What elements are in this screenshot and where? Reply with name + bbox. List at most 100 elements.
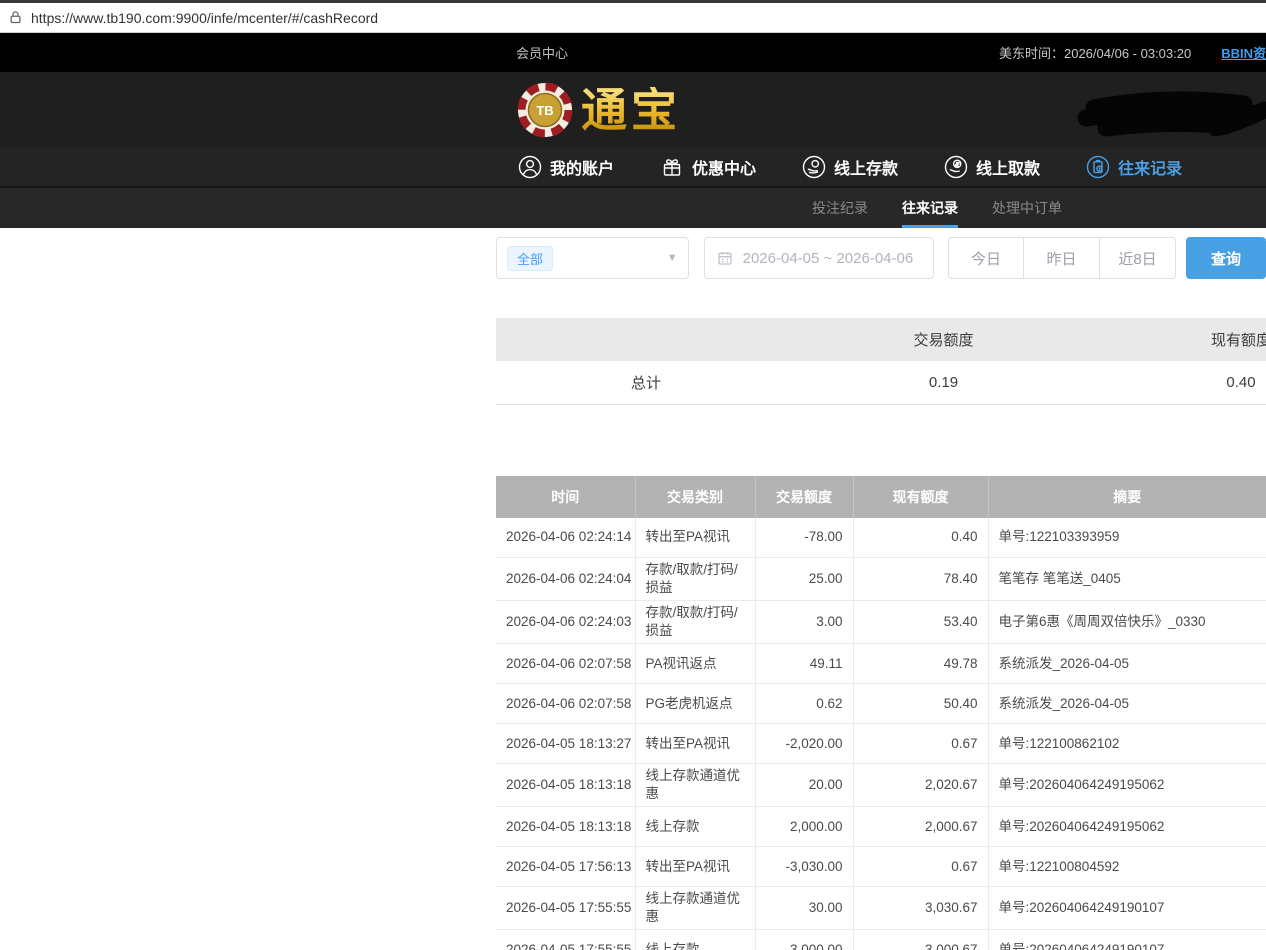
cell-amount: 49.11 [755, 644, 853, 684]
active-tab-underline [902, 225, 958, 228]
cell-type: 线上存款 [635, 930, 755, 950]
cell-memo: 笔笔存 笔笔送_0405 [988, 558, 1266, 601]
cell-memo: 系统派发_2026-04-05 [988, 644, 1266, 684]
cell-type: 线上存款 [635, 807, 755, 847]
cell-balance: 0.67 [853, 724, 988, 764]
url-text[interactable]: https://www.tb190.com:9900/infe/mcenter/… [31, 10, 378, 26]
lock-icon [8, 10, 23, 25]
cell-balance: 0.40 [853, 518, 988, 558]
cell-time: 2026-04-05 18:13:18 [496, 764, 635, 807]
cell-memo: 单号:202604064249195062 [988, 807, 1266, 847]
nav-item-withdraw[interactable]: 线上取款 [944, 155, 1040, 179]
nav-item-my-account[interactable]: 我的账户 [518, 155, 614, 179]
filter-row: 全部 ▼ 2026-04-05 ~ 2026-04-06 今日 昨日 近8日 查… [496, 237, 1266, 279]
logo-bar: TB 通宝 [0, 72, 1266, 148]
cell-type: 转出至PA视讯 [635, 518, 755, 558]
table-row: 2026-04-05 18:13:27 转出至PA视讯 -2,020.00 0.… [496, 724, 1266, 764]
cell-time: 2026-04-05 17:56:13 [496, 847, 635, 887]
cell-amount: 25.00 [755, 558, 853, 601]
table-row: 2026-04-06 02:24:14 转出至PA视讯 -78.00 0.40 … [496, 518, 1266, 558]
header-balance: 现有额度 [853, 476, 988, 518]
cell-balance: 2,020.67 [853, 764, 988, 807]
tab-pending-orders[interactable]: 处理中订单 [992, 188, 1062, 228]
eastern-time-label: 美东时间：2026/04/06 - 03:03:20 [999, 43, 1191, 62]
tab-betting-records[interactable]: 投注纪录 [812, 188, 868, 228]
nav-label: 往来记录 [1118, 155, 1182, 179]
cell-time: 2026-04-05 18:13:18 [496, 807, 635, 847]
cell-type: 转出至PA视讯 [635, 847, 755, 887]
yesterday-button[interactable]: 昨日 [1024, 237, 1100, 279]
summary-header-balance: 现有额度 [1091, 318, 1266, 361]
cell-balance: 53.40 [853, 601, 988, 644]
nav-item-promotions[interactable]: 优惠中心 [660, 155, 756, 179]
transactions-header-row: 时间 交易类别 交易额度 现有额度 摘要 [496, 476, 1266, 518]
cell-time: 2026-04-06 02:24:04 [496, 558, 635, 601]
chevron-down-icon: ▼ [667, 252, 678, 264]
table-row: 2026-04-05 18:13:18 线上存款 2,000.00 2,000.… [496, 807, 1266, 847]
summary-header-empty [496, 318, 796, 361]
cell-balance: 2,000.67 [853, 807, 988, 847]
header-type: 交易类别 [635, 476, 755, 518]
calendar-icon [717, 250, 733, 266]
cell-time: 2026-04-06 02:07:58 [496, 644, 635, 684]
cell-time: 2026-04-06 02:24:03 [496, 601, 635, 644]
cell-type: PG老虎机返点 [635, 684, 755, 724]
cell-type: 转出至PA视讯 [635, 724, 755, 764]
transactions-table: 时间 交易类别 交易额度 现有额度 摘要 2026-04-06 02:24:14… [496, 476, 1266, 950]
cell-amount: -2,020.00 [755, 724, 853, 764]
transactions-body: 2026-04-06 02:24:14 转出至PA视讯 -78.00 0.40 … [496, 518, 1266, 950]
last-8-days-button[interactable]: 近8日 [1100, 237, 1176, 279]
main-nav: 我的账户 优惠中心 线上存款 线上取款 [0, 148, 1266, 188]
nav-label: 线上取款 [976, 155, 1040, 179]
date-range-value: 2026-04-05 ~ 2026-04-06 [743, 250, 914, 267]
cell-balance: 50.40 [853, 684, 988, 724]
nav-item-cash-records[interactable]: 往来记录 [1086, 155, 1182, 179]
cell-amount: 0.62 [755, 684, 853, 724]
cell-memo: 单号:122100862102 [988, 724, 1266, 764]
nav-label: 线上存款 [834, 155, 898, 179]
cell-memo: 单号:202604064249190107 [988, 887, 1266, 930]
nav-label: 我的账户 [550, 155, 614, 179]
brand-logo[interactable]: TB 通宝 [517, 82, 681, 138]
tab-cash-records[interactable]: 往来记录 [902, 188, 958, 228]
header-memo: 摘要 [988, 476, 1266, 518]
cell-time: 2026-04-06 02:07:58 [496, 684, 635, 724]
poker-chip-icon: TB [517, 82, 573, 138]
page: https://www.tb190.com:9900/infe/mcenter/… [0, 0, 1266, 950]
table-row: 2026-04-05 17:56:13 转出至PA视讯 -3,030.00 0.… [496, 847, 1266, 887]
cell-amount: 30.00 [755, 887, 853, 930]
table-row: 2026-04-05 17:55:55 线上存款 3,000.00 3,000.… [496, 930, 1266, 950]
cell-memo: 系统派发_2026-04-05 [988, 684, 1266, 724]
summary-transaction-total: 0.19 [796, 361, 1091, 404]
cell-time: 2026-04-05 18:13:27 [496, 724, 635, 764]
member-center-link[interactable]: 会员中心 [516, 43, 568, 62]
summary-header-transaction: 交易额度 [796, 318, 1091, 361]
date-range-input[interactable]: 2026-04-05 ~ 2026-04-06 [704, 237, 934, 279]
cell-amount: 3.00 [755, 601, 853, 644]
cell-type: 线上存款通道优惠 [635, 764, 755, 807]
search-button[interactable]: 查询 [1186, 237, 1266, 279]
nav-item-deposit[interactable]: 线上存款 [802, 155, 898, 179]
summary-total-label: 总计 [496, 361, 796, 404]
cell-type: PA视讯返点 [635, 644, 755, 684]
cell-time: 2026-04-05 17:55:55 [496, 887, 635, 930]
cell-amount: 20.00 [755, 764, 853, 807]
header-amount: 交易额度 [755, 476, 853, 518]
summary-header-row: 交易额度 现有额度 [496, 318, 1266, 361]
category-selected-chip[interactable]: 全部 [507, 246, 553, 271]
cell-memo: 单号:202604064249195062 [988, 764, 1266, 807]
cell-amount: 3,000.00 [755, 930, 853, 950]
deposit-icon [802, 155, 826, 179]
bbin-link[interactable]: BBIN资 [1221, 43, 1266, 62]
gift-icon [660, 155, 684, 179]
cell-type: 线上存款通道优惠 [635, 887, 755, 930]
cell-amount: -3,030.00 [755, 847, 853, 887]
tab-label: 处理中订单 [992, 198, 1062, 218]
category-select[interactable]: 全部 ▼ [496, 237, 689, 279]
summary-balance-total: 0.40 [1091, 361, 1266, 404]
today-button[interactable]: 今日 [948, 237, 1024, 279]
user-icon [518, 155, 542, 179]
sub-nav: 投注纪录 往来记录 处理中订单 [0, 188, 1266, 228]
nav-label: 优惠中心 [692, 155, 756, 179]
browser-url-bar[interactable]: https://www.tb190.com:9900/infe/mcenter/… [0, 3, 1266, 33]
